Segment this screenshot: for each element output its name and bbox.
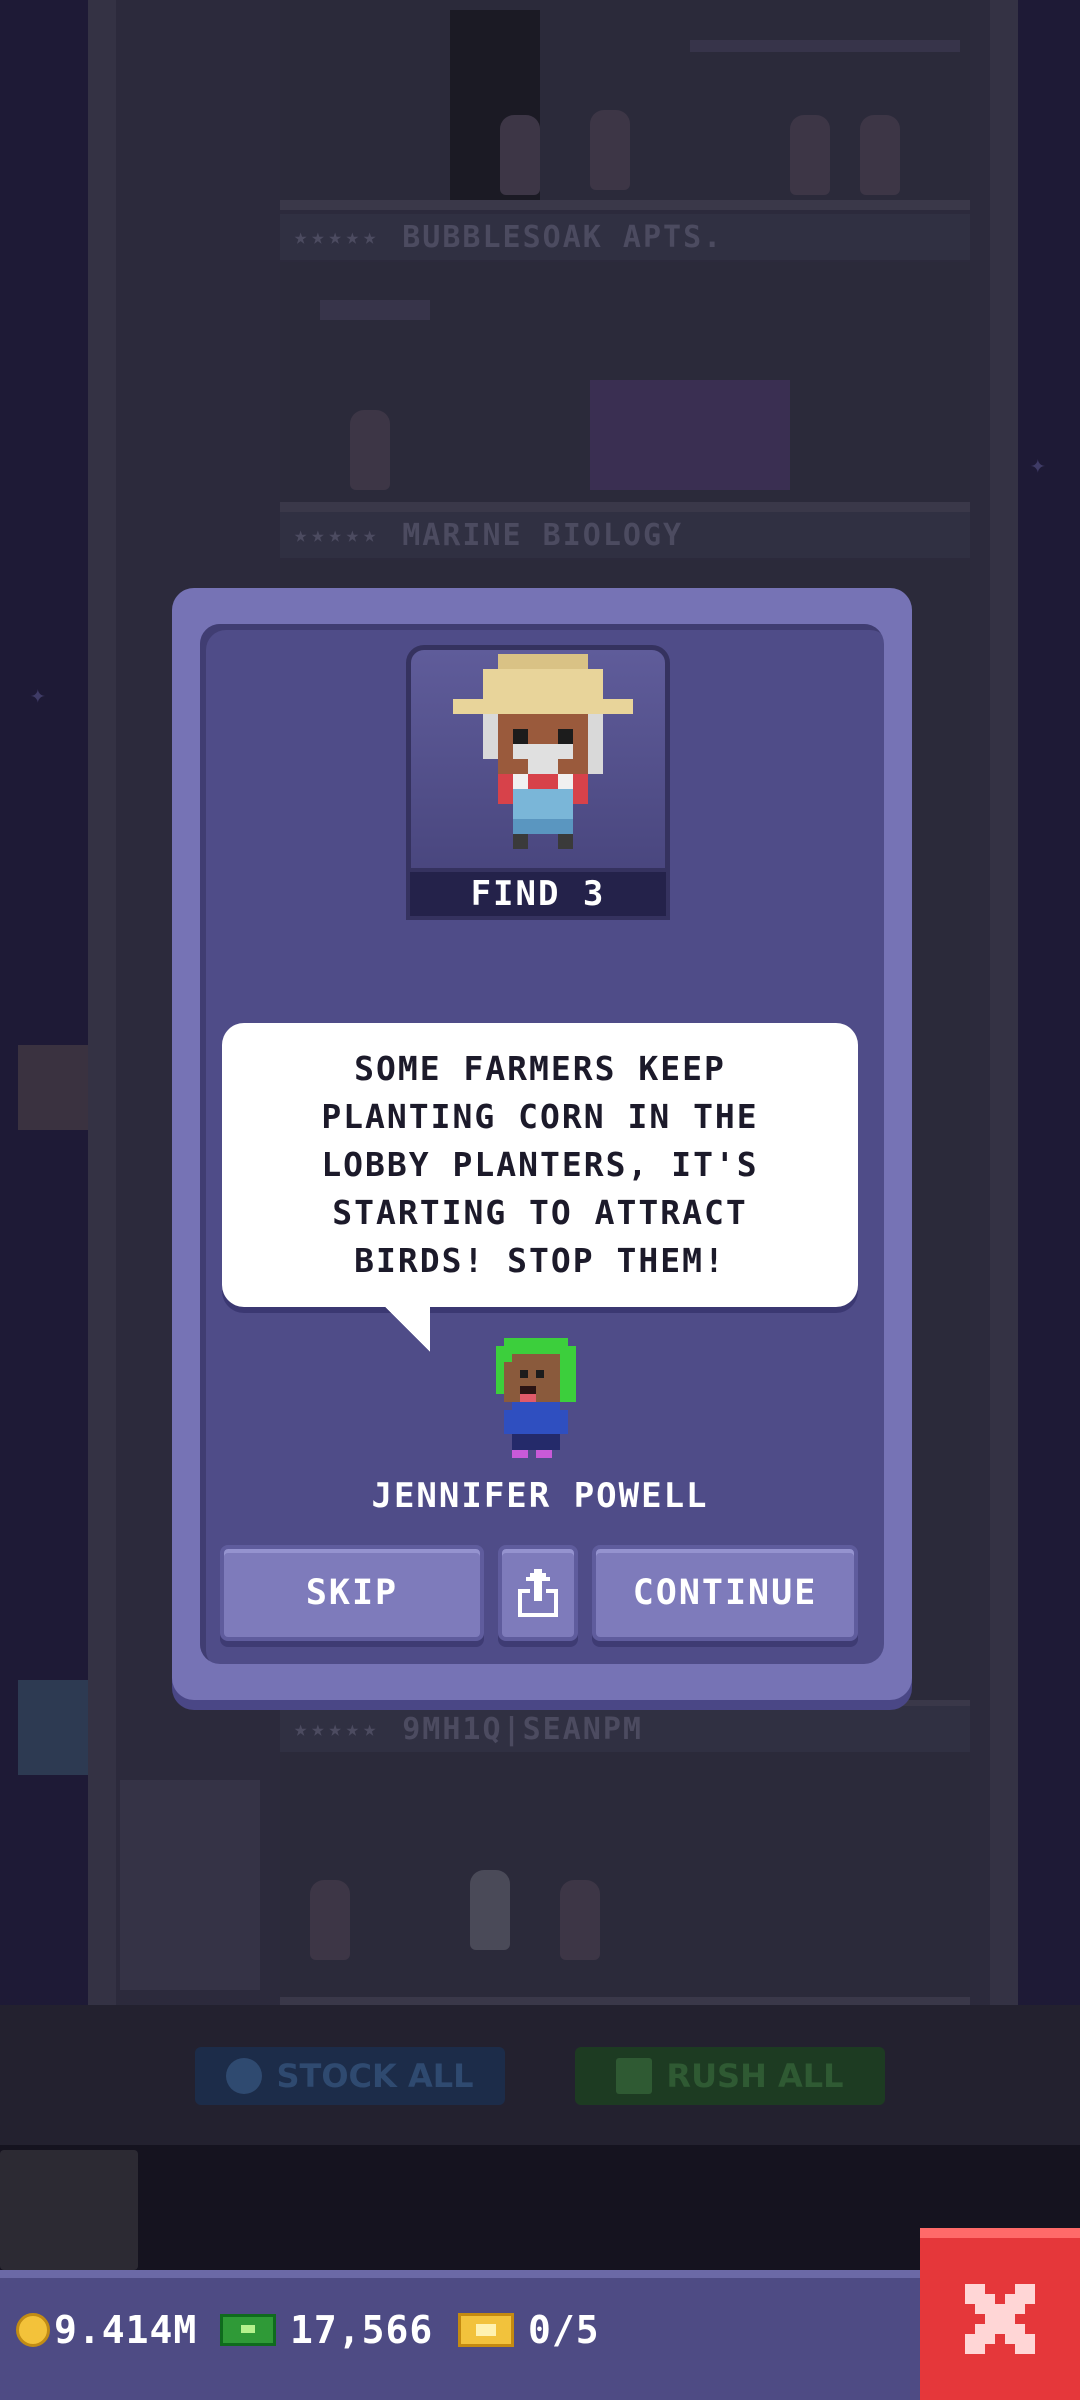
floor-stars: ★★★★★ [294,224,381,250]
npc-avatar [496,1338,576,1458]
tenant-silhouette [860,115,900,195]
rush-icon [616,2058,653,2094]
skip-button[interactable]: SKIP [220,1545,484,1641]
continue-button[interactable]: CONTINUE [592,1545,858,1641]
floor-stars: ★★★★★ [294,522,381,548]
bux-icon [220,2314,276,2346]
tenant-silhouette [470,1870,510,1950]
speech-bubble-tail [380,1302,430,1352]
bed [590,380,790,490]
share-button[interactable] [498,1545,578,1641]
tickets-value: 0/5 [528,2308,600,2352]
tenant-silhouette [350,410,390,490]
close-icon [965,2284,1035,2354]
shelf [690,40,960,52]
lower-strip [0,2145,1080,2270]
stock-all-button: STOCK ALL [195,2047,505,2105]
game-screen: ★★★★★ BUBBLESOAK APTS. ★★★★★ MARINE BIOL… [0,0,1080,2400]
coins-value: 9.414M [54,2308,198,2352]
sky-star: ✦ [1030,450,1046,480]
side-sign [18,1680,88,1775]
floor-label: ★★★★★ BUBBLESOAK APTS. [280,214,970,260]
lamp [320,300,430,320]
tower-rail-left [88,0,116,2005]
share-icon [518,1569,558,1617]
tenant-silhouette [310,1880,350,1960]
floor-stars: ★★★★★ [294,1716,381,1742]
floor-lobby [280,1752,970,2007]
speech-bubble: SOME FARMERS KEEP PLANTING CORN IN THE L… [222,1023,858,1307]
rush-all-label: RUSH ALL [666,2057,844,2095]
tenant-silhouette [500,115,540,195]
rush-all-button: RUSH ALL [575,2047,885,2105]
floor-label: ★★★★★ 9MH1Q|SEANPM [280,1706,970,1752]
skip-label: SKIP [305,1573,399,1613]
elevator [120,1780,260,1990]
farmer-icon [453,654,633,849]
tower-rail-right [990,0,1018,2005]
bux-value: 17,566 [290,2308,434,2352]
tickets-display[interactable]: 0/5 [458,2308,600,2352]
coin-icon [16,2313,50,2347]
side-sign [18,1045,88,1130]
clock-icon [226,2058,263,2094]
sky-star: ✦ [30,680,46,710]
tenant-silhouette [560,1880,600,1960]
find-count-label: FIND 3 [406,868,670,920]
floor-name: 9MH1Q|SEANPM [402,1711,643,1747]
tenant-silhouette [590,110,630,190]
tenant-silhouette [790,115,830,195]
mission-message: SOME FARMERS KEEP PLANTING CORN IN THE L… [321,1049,759,1280]
currency-bar: 9.414M 17,566 0/5 [0,2270,920,2400]
action-strip [0,2005,1080,2145]
coins-display[interactable]: 9.414M [16,2308,197,2352]
floor-name: BUBBLESOAK APTS. [402,219,724,255]
npc-name: JENNIFER POWELL [371,1476,709,1516]
stock-all-label: STOCK ALL [276,2057,474,2095]
build-slot [0,2150,138,2270]
ticket-icon [458,2313,514,2347]
close-button[interactable] [920,2228,1080,2400]
floor-name: MARINE BIOLOGY [402,517,684,553]
continue-label: CONTINUE [632,1573,818,1613]
floor-label: ★★★★★ MARINE BIOLOGY [280,512,970,558]
bux-display[interactable]: 17,566 [220,2308,433,2352]
